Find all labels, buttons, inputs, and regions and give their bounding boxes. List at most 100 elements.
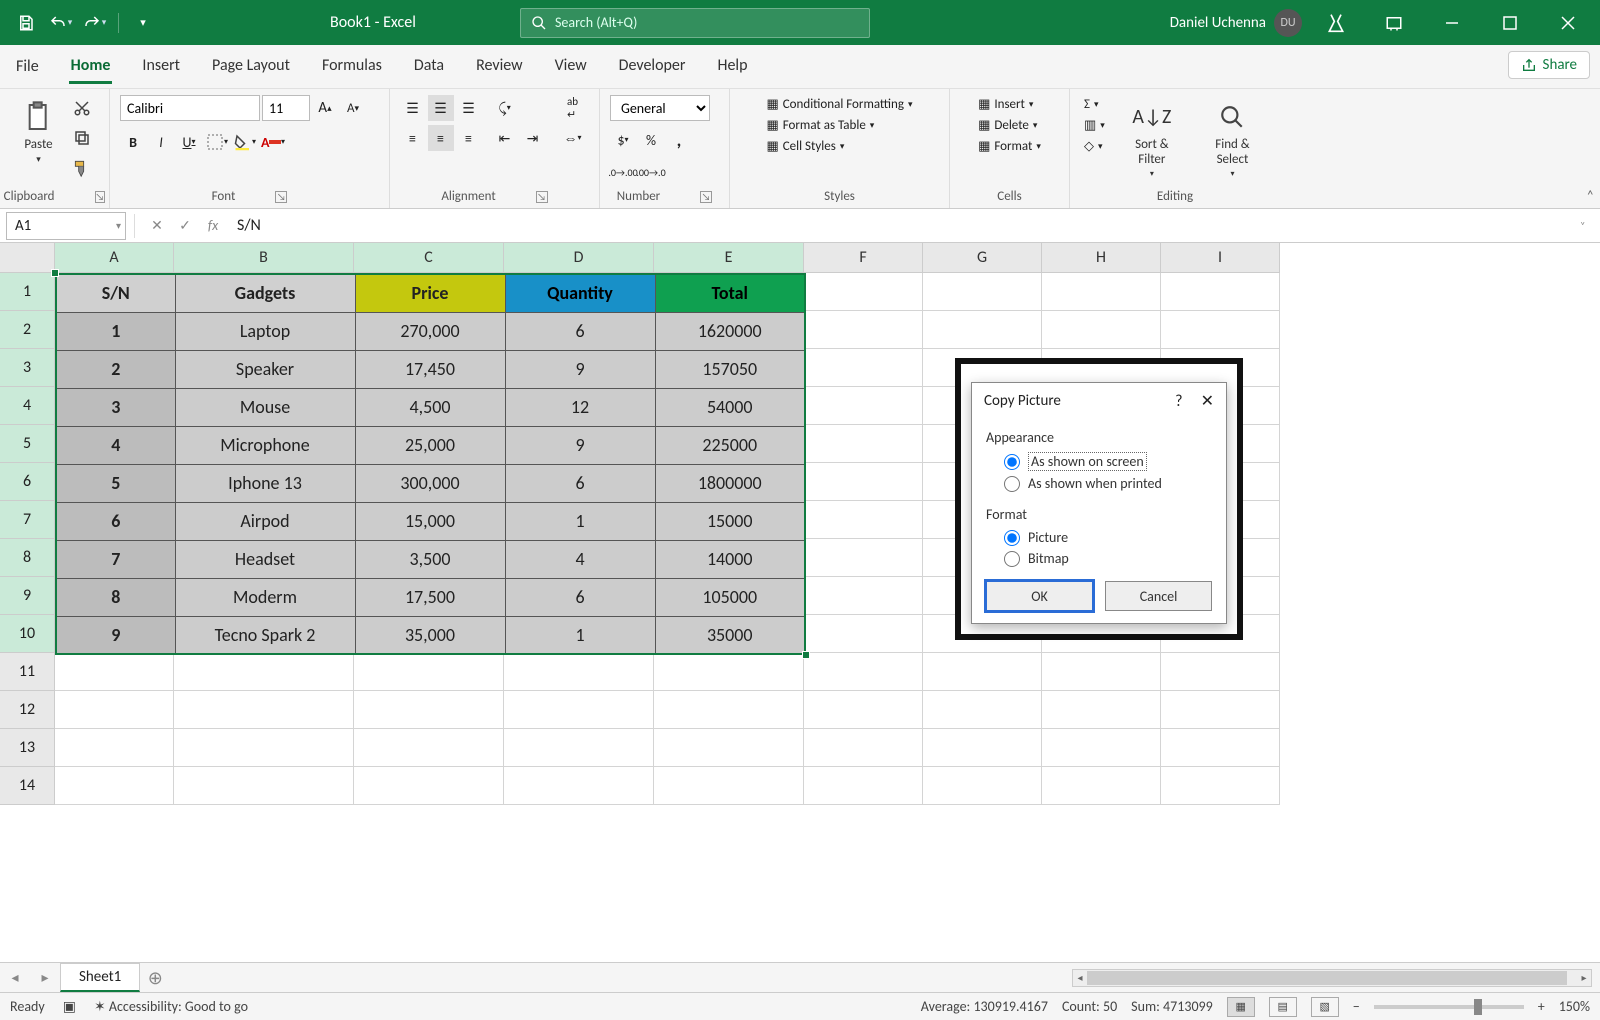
cell-p[interactable]: 17,450	[355, 350, 505, 388]
cell[interactable]	[1161, 691, 1280, 729]
tab-page-layout[interactable]: Page Layout	[210, 50, 292, 84]
cell-g[interactable]: Speaker	[175, 350, 355, 388]
accounting-format-icon[interactable]: $▾	[610, 127, 636, 153]
cell[interactable]	[1042, 653, 1161, 691]
cell[interactable]	[804, 349, 923, 387]
cell-t[interactable]: 54000	[655, 388, 805, 426]
cell[interactable]	[354, 767, 504, 805]
radio-printed[interactable]	[1004, 476, 1020, 492]
tab-formulas[interactable]: Formulas	[320, 50, 384, 84]
cut-icon[interactable]	[69, 95, 95, 121]
merge-center-icon[interactable]: ⇔▾	[556, 125, 590, 151]
cell[interactable]	[804, 463, 923, 501]
column-header[interactable]: F	[804, 243, 923, 273]
row-header[interactable]: 9	[0, 577, 55, 615]
cell-g[interactable]: Microphone	[175, 426, 355, 464]
cell[interactable]	[923, 729, 1042, 767]
cell-t[interactable]: 225000	[655, 426, 805, 464]
cell-g[interactable]: Headset	[175, 540, 355, 578]
format-painter-icon[interactable]	[69, 155, 95, 181]
row-header[interactable]: 6	[0, 463, 55, 501]
cell[interactable]	[55, 653, 174, 691]
alignment-launcher-icon[interactable]: ↘	[536, 191, 548, 203]
increase-indent-icon[interactable]: ⇥	[520, 125, 546, 151]
cell[interactable]	[55, 729, 174, 767]
number-launcher-icon[interactable]: ↘	[700, 191, 712, 203]
save-icon[interactable]	[12, 9, 40, 37]
tab-view[interactable]: View	[553, 50, 589, 84]
cell[interactable]	[1161, 653, 1280, 691]
cell-p[interactable]: 35,000	[355, 616, 505, 654]
fx-icon[interactable]: fx	[199, 217, 227, 234]
column-header[interactable]: A	[55, 243, 174, 273]
cell-sn[interactable]: 6	[56, 502, 175, 540]
close-icon[interactable]	[1544, 0, 1592, 45]
cell-p[interactable]: 25,000	[355, 426, 505, 464]
cell-q[interactable]: 4	[505, 540, 655, 578]
comma-format-icon[interactable]: ,	[666, 127, 692, 153]
cell[interactable]	[1161, 767, 1280, 805]
row-header[interactable]: 5	[0, 425, 55, 463]
cell-p[interactable]: 300,000	[355, 464, 505, 502]
format-as-table-button[interactable]: ▦ Format as Table ▾	[762, 116, 878, 135]
expand-formula-bar-icon[interactable]: ˅	[1580, 219, 1600, 232]
cell-sn[interactable]: 5	[56, 464, 175, 502]
option-bitmap[interactable]: Bitmap	[1004, 550, 1212, 567]
cell[interactable]	[804, 767, 923, 805]
account-user[interactable]: Daniel Uchenna DU	[1170, 9, 1302, 37]
redo-icon[interactable]: ▾	[80, 9, 108, 37]
column-header[interactable]: I	[1161, 243, 1280, 273]
borders-icon[interactable]: ▾	[204, 129, 230, 155]
sheet-nav-prev-icon[interactable]: ◂	[0, 969, 30, 986]
option-as-shown-screen[interactable]: As shown on screen	[1004, 452, 1212, 471]
cell-q[interactable]: 1	[505, 502, 655, 540]
dialog-help-icon[interactable]: ?	[1175, 392, 1182, 411]
cell-p[interactable]: 270,000	[355, 312, 505, 350]
row-header[interactable]: 8	[0, 539, 55, 577]
cell[interactable]	[504, 729, 654, 767]
cell[interactable]	[1161, 311, 1280, 349]
insert-cells-button[interactable]: ▦ Insert ▾	[974, 95, 1037, 114]
macro-record-icon[interactable]: ▣	[63, 998, 76, 1015]
cell[interactable]	[923, 653, 1042, 691]
cell-q[interactable]: 1	[505, 616, 655, 654]
cell[interactable]	[504, 653, 654, 691]
cell[interactable]	[504, 691, 654, 729]
cell[interactable]	[354, 729, 504, 767]
cell-t[interactable]: 105000	[655, 578, 805, 616]
column-header[interactable]: H	[1042, 243, 1161, 273]
select-all-triangle[interactable]	[0, 243, 55, 273]
align-top-icon[interactable]: ☰	[400, 95, 426, 121]
cell[interactable]	[923, 311, 1042, 349]
paste-button[interactable]: Paste▾	[15, 95, 63, 169]
wrap-text-icon[interactable]: ab↵	[556, 95, 590, 121]
enter-formula-icon[interactable]: ✓	[171, 217, 199, 234]
cell[interactable]	[174, 729, 354, 767]
header-quantity[interactable]: Quantity	[505, 274, 655, 312]
copy-icon[interactable]	[69, 125, 95, 151]
format-cells-button[interactable]: ▦ Format ▾	[974, 137, 1045, 156]
orientation-icon[interactable]: ⤹▾	[492, 95, 518, 121]
cell-p[interactable]: 4,500	[355, 388, 505, 426]
column-header[interactable]: D	[504, 243, 654, 273]
cell-q[interactable]: 9	[505, 426, 655, 464]
cell-q[interactable]: 6	[505, 578, 655, 616]
radio-picture[interactable]	[1004, 530, 1020, 546]
new-sheet-icon[interactable]: ⊕	[140, 967, 170, 989]
header-gadgets[interactable]: Gadgets	[175, 274, 355, 312]
undo-icon[interactable]: ▾	[46, 9, 74, 37]
tab-insert[interactable]: Insert	[140, 50, 182, 84]
header-price[interactable]: Price	[355, 274, 505, 312]
cell-g[interactable]: Airpod	[175, 502, 355, 540]
conditional-formatting-button[interactable]: ▦ Conditional Formatting ▾	[762, 95, 916, 114]
maximize-icon[interactable]	[1486, 0, 1534, 45]
cell-sn[interactable]: 2	[56, 350, 175, 388]
cell-g[interactable]: Laptop	[175, 312, 355, 350]
font-name-combo[interactable]	[120, 95, 260, 121]
cell-sn[interactable]: 1	[56, 312, 175, 350]
page-layout-view-icon[interactable]: ▤	[1269, 997, 1297, 1017]
zoom-level[interactable]: 150%	[1559, 998, 1590, 1015]
row-header[interactable]: 2	[0, 311, 55, 349]
cell-g[interactable]: Iphone 13	[175, 464, 355, 502]
sheet-nav-next-icon[interactable]: ▸	[30, 969, 60, 986]
